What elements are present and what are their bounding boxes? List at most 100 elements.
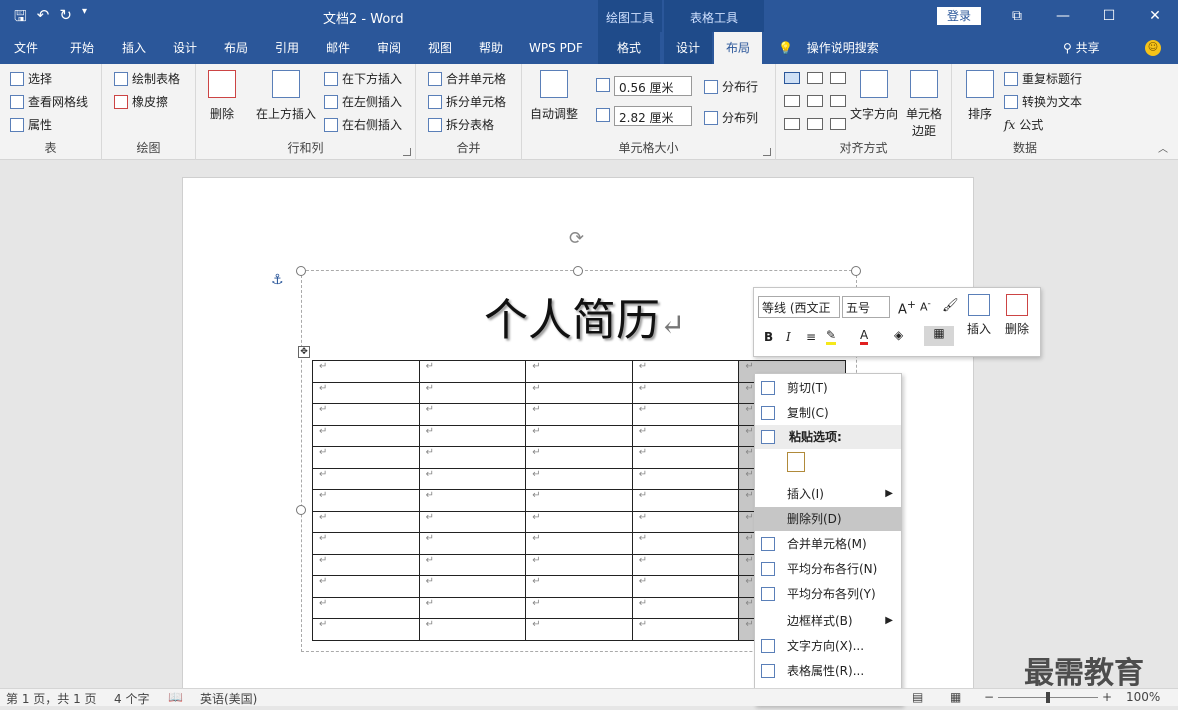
split-table-button[interactable]: 拆分表格 [428,116,494,133]
table-cell[interactable]: ↵ [312,575,420,598]
dialog-launcher-icon[interactable] [763,148,771,156]
font-color-icon[interactable]: A [860,328,869,345]
table-cell[interactable]: ↵ [312,618,420,641]
table-cell[interactable]: ↵ [631,553,740,576]
table-cell[interactable]: ↵ [525,489,633,512]
resize-handle[interactable] [296,505,306,515]
table-cell[interactable]: ↵ [418,489,527,512]
zoom-in-icon[interactable]: + [1102,690,1112,704]
view-gridlines-button[interactable]: 查看网格线 [10,93,88,110]
context-menu-item[interactable]: 表格属性(R)... [755,659,901,683]
table-cell[interactable]: ↵ [631,596,740,619]
table-cell[interactable]: ↵ [525,360,633,383]
align-top-left-icon[interactable] [784,72,800,84]
table-cell[interactable]: ↵ [525,381,633,404]
feedback-smiley-icon[interactable]: ☺ [1145,40,1161,56]
format-painter-icon[interactable]: 🖌 [942,298,959,313]
table-cell[interactable]: ↵ [525,424,633,447]
table-cell[interactable]: ↵ [525,510,633,533]
zoom-slider-thumb[interactable] [1046,692,1050,703]
table-cell[interactable]: ↵ [312,446,420,469]
borders-icon[interactable]: ▦ [924,326,954,346]
table-cell[interactable]: ↵ [312,360,420,383]
align-middle-right-icon[interactable] [830,95,846,107]
table-cell[interactable]: ↵ [631,532,740,555]
table-cell[interactable]: ↵ [525,618,633,641]
delete-button[interactable]: 删除 [1004,294,1030,337]
insert-above-button[interactable]: 在上方插入 [256,70,316,122]
context-menu-item[interactable]: 删除列(D) [755,507,901,531]
language-indicator[interactable]: 英语(美国) [200,690,257,707]
table-cell[interactable]: ↵ [525,575,633,598]
word-count[interactable]: 4 个字 [114,690,149,707]
context-menu-item[interactable]: 文字方向(X)... [755,634,901,658]
web-layout-icon[interactable]: ▦ [950,690,961,704]
table-cell[interactable]: ↵ [525,467,633,490]
tell-me-search[interactable]: 💡 操作说明搜索 [778,32,879,64]
distribute-cols-button[interactable]: 分布列 [704,109,758,126]
sort-button[interactable]: 排序 [966,70,994,122]
highlight-icon[interactable]: ✎ [826,328,837,345]
table-cell[interactable]: ↵ [418,618,527,641]
cell-margins-button[interactable]: 单元格边距 [904,70,944,139]
table-cell[interactable]: ↵ [525,403,633,426]
tab-format[interactable]: 格式 [598,32,660,64]
font-name-select[interactable]: 等线 (西文正 [758,296,840,318]
table-cell[interactable]: ↵ [418,553,527,576]
italic-icon[interactable]: I [786,330,791,344]
table-cell[interactable]: ↵ [312,381,420,404]
align-top-center-icon[interactable] [807,72,823,84]
convert-to-text-button[interactable]: 转换为文本 [1004,93,1082,110]
tab-mailings[interactable]: 邮件 [312,32,364,64]
table-cell[interactable]: ↵ [312,532,420,555]
resize-handle[interactable] [573,266,583,276]
context-menu-item[interactable]: 复制(C) [755,401,901,425]
table-cell[interactable]: ↵ [418,424,527,447]
table-cell[interactable]: ↵ [631,618,740,641]
table-cell[interactable]: ↵ [525,446,633,469]
print-layout-icon[interactable]: ▤ [912,690,923,704]
table-cell[interactable]: ↵ [631,467,740,490]
tab-insert[interactable]: 插入 [108,32,160,64]
bold-icon[interactable]: B [764,330,773,344]
minimize-icon[interactable]: — [1040,0,1086,32]
autofit-button[interactable]: 自动调整 [530,70,578,122]
tab-table-layout[interactable]: 布局 [714,32,762,64]
context-menu-item[interactable]: 合并单元格(M) [755,532,901,556]
table-cell[interactable]: ↵ [312,467,420,490]
table-cell[interactable]: ↵ [312,553,420,576]
save-icon[interactable]: 🖫 [14,6,27,31]
tab-references[interactable]: 引用 [262,32,312,64]
center-align-icon[interactable]: ≡ [806,330,816,344]
distribute-rows-button[interactable]: 分布行 [704,78,758,95]
properties-button[interactable]: 属性 [10,116,52,133]
context-menu-item[interactable]: 平均分布各行(N) [755,557,901,581]
context-menu-item[interactable]: 边框样式(B) ▶ [755,609,901,633]
insert-button[interactable]: 插入 [966,294,992,337]
insert-left-button[interactable]: 在左侧插入 [324,93,402,110]
split-cells-button[interactable]: 拆分单元格 [428,93,506,110]
table-cell[interactable]: ↵ [312,403,420,426]
page-count[interactable]: 第 1 页，共 1 页 [6,690,97,707]
tab-help[interactable]: 帮助 [466,32,516,64]
table-cell[interactable]: ↵ [525,596,633,619]
zoom-out-icon[interactable]: − [984,690,994,704]
table-cell[interactable]: ↵ [631,575,740,598]
insert-below-button[interactable]: 在下方插入 [324,70,402,87]
table-cell[interactable]: ↵ [312,489,420,512]
customize-qat-icon[interactable]: ▾ [82,6,87,31]
tab-review[interactable]: 审阅 [364,32,414,64]
resize-handle[interactable] [851,266,861,276]
collapse-ribbon-icon[interactable]: ︿ [1158,140,1168,155]
align-bottom-center-icon[interactable] [807,118,823,130]
context-menu-item[interactable] [755,450,901,474]
align-bottom-right-icon[interactable] [830,118,846,130]
table-cell[interactable]: ↵ [418,403,527,426]
context-menu-item[interactable]: 插入(I) ▶ [755,482,901,506]
share-button[interactable]: ⚲ 共享 [1063,32,1100,64]
undo-icon[interactable]: ↶ [37,6,50,31]
context-menu-item[interactable]: 平均分布各列(Y) [755,582,901,606]
merge-cells-button[interactable]: 合并单元格 [428,70,506,87]
login-button[interactable]: 登录 [937,7,981,25]
close-icon[interactable]: ✕ [1132,0,1178,32]
